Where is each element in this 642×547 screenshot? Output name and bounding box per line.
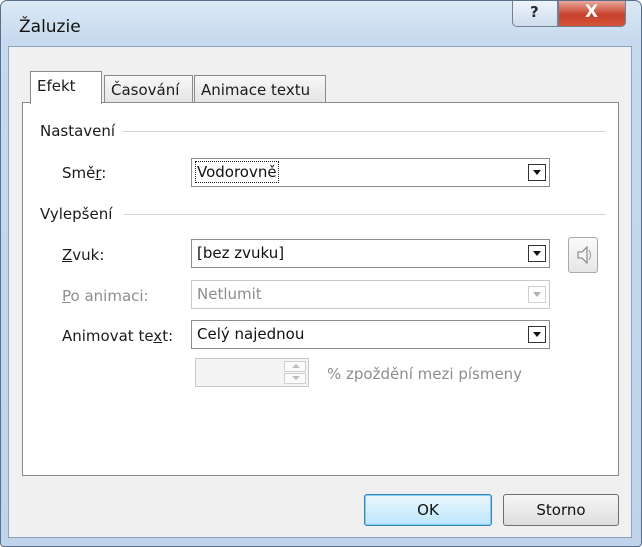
after-animation-value: Netlumit <box>197 285 262 303</box>
animate-text-select[interactable]: Celý najednou <box>191 320 550 349</box>
title-bar[interactable]: Žaluzie ? X <box>1 1 641 47</box>
animate-text-value: Celý najednou <box>197 325 305 343</box>
sound-preview-button[interactable] <box>568 237 598 273</box>
animate-text-label: Animovat text: <box>62 327 174 345</box>
after-animation-select: Netlumit <box>191 280 550 309</box>
direction-value: Vodorovně <box>195 161 279 183</box>
spin-down-icon <box>284 373 306 384</box>
direction-select[interactable]: Vodorovně <box>191 158 550 187</box>
letter-delay-spinner <box>195 358 309 387</box>
tab-casovani[interactable]: Časování <box>104 75 193 104</box>
close-icon: X <box>585 2 599 22</box>
chevron-down-icon[interactable] <box>528 164 546 181</box>
spin-up-icon <box>284 361 306 372</box>
tab-animace-textu-label: Animace textu <box>201 81 311 99</box>
tab-casovani-label: Časování <box>111 81 180 99</box>
help-button[interactable]: ? <box>512 1 558 27</box>
ok-button[interactable]: OK <box>364 494 492 526</box>
window-title: Žaluzie <box>19 17 81 37</box>
speaker-icon <box>577 245 591 265</box>
after-animation-label: Po animaci: <box>62 287 149 305</box>
cancel-button[interactable]: Storno <box>503 494 619 526</box>
tab-efekt[interactable]: Efekt <box>30 71 102 104</box>
chevron-down-icon <box>528 286 546 303</box>
sound-select[interactable]: [bez zvuku] <box>191 239 550 268</box>
group-divider-settings <box>122 131 606 132</box>
group-label-settings: Nastavení <box>40 122 116 140</box>
group-label-enhancements: Vylepšení <box>40 205 113 223</box>
direction-label: Směr: <box>62 164 107 182</box>
letter-delay-label: % zpoždění mezi písmeny <box>327 365 523 383</box>
group-divider-enhancements <box>124 214 606 215</box>
tab-animace-textu[interactable]: Animace textu <box>194 75 326 104</box>
chevron-down-icon[interactable] <box>528 326 546 343</box>
chevron-down-icon[interactable] <box>528 245 546 262</box>
close-button[interactable]: X <box>558 1 626 27</box>
help-icon: ? <box>530 3 539 21</box>
sound-label: Zvuk: <box>62 246 105 264</box>
sound-value: [bez zvuku] <box>197 244 285 262</box>
tab-efekt-label: Efekt <box>37 77 76 95</box>
